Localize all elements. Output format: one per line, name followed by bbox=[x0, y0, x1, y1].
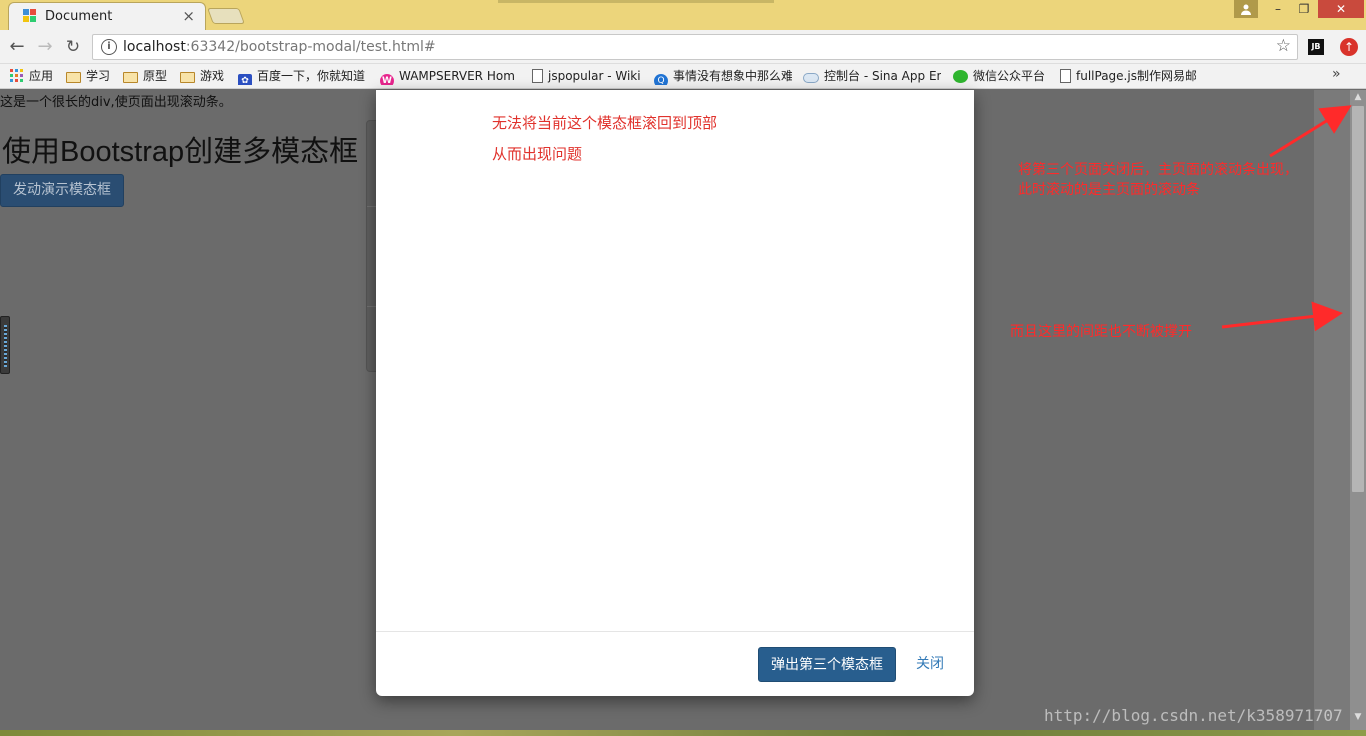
scroll-up-arrow-icon[interactable]: ▲ bbox=[1350, 92, 1366, 106]
page-icon bbox=[1060, 69, 1071, 83]
url-text[interactable]: localhost:63342/bootstrap-modal/test.htm… bbox=[123, 39, 436, 55]
page-title: 使用Bootstrap创建多模态框 bbox=[2, 136, 359, 168]
bookmark-wampserver[interactable]: W WAMPSERVER Hom bbox=[380, 67, 518, 85]
page-scrollbar[interactable]: ▲ ▼ bbox=[1314, 90, 1366, 730]
page-note: 这是一个很长的div,使页面出现滚动条。 bbox=[0, 95, 232, 110]
open-third-modal-button[interactable]: 弹出第三个模态框 bbox=[758, 647, 896, 682]
os-taskbar bbox=[0, 730, 1366, 736]
bookmark-fullpage[interactable]: fullPage.js制作网易邮 bbox=[1060, 67, 1196, 85]
jetbrains-extension-icon[interactable]: JB bbox=[1308, 39, 1324, 55]
annotation-spacing: 而且这里的间距也不断被撑开 bbox=[1010, 324, 1192, 340]
modal-footer: 弹出第三个模态框 关闭 bbox=[376, 631, 974, 696]
maximize-button[interactable]: ❐ bbox=[1290, 0, 1318, 18]
tab-close-icon[interactable]: × bbox=[182, 7, 195, 25]
modal-dialog: 无法将当前这个模态框滚回到顶部 从而出现问题 弹出第三个模态框 关闭 bbox=[376, 90, 974, 696]
q-icon: Q bbox=[654, 74, 668, 85]
bookmarks-more-icon[interactable]: » bbox=[1332, 66, 1341, 82]
site-info-icon[interactable]: i bbox=[101, 39, 117, 55]
bookmark-folder-prototype[interactable]: 原型 bbox=[123, 67, 175, 85]
window-top-edge bbox=[498, 0, 774, 3]
bookmark-sina-app[interactable]: 控制台 - Sina App En bbox=[803, 67, 941, 85]
tab-title: Document bbox=[45, 9, 113, 24]
scrollbar-thumb[interactable] bbox=[1352, 106, 1364, 492]
scroll-down-arrow-icon[interactable]: ▼ bbox=[1350, 712, 1366, 726]
bookmark-baidu[interactable]: ✿ 百度一下，你就知道 bbox=[238, 67, 372, 85]
minimize-button[interactable]: – bbox=[1264, 0, 1292, 18]
back-arrow-icon[interactable]: ← bbox=[6, 36, 28, 58]
bookmarks-bar: 应用 学习 原型 游戏 ✿ 百度一下，你就知道 W WAMPSERVER Hom j… bbox=[0, 64, 1366, 89]
tab-favicon-icon bbox=[23, 9, 37, 23]
folder-icon bbox=[180, 72, 195, 83]
reload-icon[interactable]: ↻ bbox=[62, 36, 84, 58]
modal-annotation-line-2: 从而出现问题 bbox=[492, 145, 583, 163]
user-profile-icon[interactable] bbox=[1234, 0, 1258, 18]
bookmark-jspopular[interactable]: jspopular - Wiki bbox=[532, 67, 646, 85]
new-tab-button[interactable] bbox=[207, 8, 245, 24]
bookmark-folder-study[interactable]: 学习 bbox=[66, 67, 118, 85]
title-bar: Document × – ❐ ✕ bbox=[0, 0, 1366, 30]
browser-toolbar: ← → ↻ i localhost:63342/bootstrap-modal/… bbox=[0, 30, 1366, 64]
cloud-icon bbox=[803, 73, 819, 83]
annotation-main-scrollbar: 将第三个页面关闭后，主页面的滚动条出现，此时滚动的是主页面的滚动条 bbox=[1018, 162, 1298, 198]
folder-icon bbox=[123, 72, 138, 83]
wamp-icon: W bbox=[380, 74, 394, 85]
modal-annotation-line-1: 无法将当前这个模态框滚回到顶部 bbox=[492, 114, 718, 132]
bookmark-folder-games[interactable]: 游戏 bbox=[180, 67, 232, 85]
launch-demo-modal-button[interactable]: 发动演示模态框 bbox=[0, 174, 124, 207]
apps-icon bbox=[10, 69, 24, 83]
bookmark-article[interactable]: Q 事情没有想象中那么难 bbox=[654, 67, 792, 85]
window-close-button[interactable]: ✕ bbox=[1318, 0, 1364, 18]
upload-extension-icon[interactable]: ↑ bbox=[1340, 38, 1358, 56]
forward-arrow-icon[interactable]: → bbox=[34, 36, 56, 58]
wechat-icon bbox=[953, 70, 968, 83]
browser-tab[interactable]: Document × bbox=[8, 2, 206, 30]
page-icon bbox=[532, 69, 543, 83]
watermark: http://blog.csdn.net/k358971707 bbox=[1044, 706, 1343, 725]
bookmark-apps[interactable]: 应用 bbox=[10, 67, 62, 85]
bookmark-wechat[interactable]: 微信公众平台 bbox=[953, 67, 1051, 85]
bookmark-star-icon[interactable]: ☆ bbox=[1276, 36, 1291, 56]
close-modal-link[interactable]: 关闭 bbox=[916, 647, 944, 682]
address-bar[interactable]: i localhost:63342/bootstrap-modal/test.h… bbox=[92, 34, 1298, 60]
side-gadget bbox=[0, 316, 10, 374]
folder-icon bbox=[66, 72, 81, 83]
baidu-icon: ✿ bbox=[238, 74, 252, 85]
